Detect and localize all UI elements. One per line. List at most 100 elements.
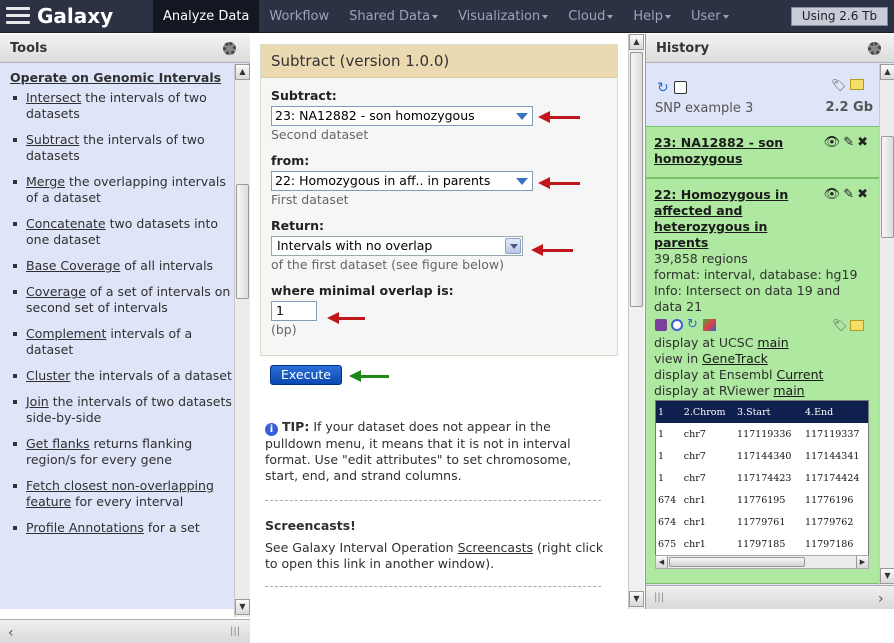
peek-cell: 117119337	[805, 428, 860, 440]
nav-tab-cloud[interactable]: Cloud	[558, 0, 623, 33]
tool-item: Intersect the intervals of two datasets	[10, 90, 234, 122]
tool-link[interactable]: Subtract	[26, 132, 79, 147]
rviewer-main-link[interactable]: main	[773, 383, 804, 398]
brand-title[interactable]: Galaxy	[37, 4, 113, 28]
dataset-icon-row: ↻ 🏷	[654, 317, 871, 335]
scroll-thumb[interactable]	[669, 557, 805, 567]
peek-cell: chr1	[683, 516, 706, 528]
tool-link[interactable]: Get flanks	[26, 436, 89, 451]
peek-cell: 11779761	[737, 516, 786, 528]
tool-link[interactable]: Cluster	[26, 368, 70, 383]
tool-link[interactable]: Complement	[26, 326, 106, 341]
collapse-left-icon[interactable]: ‹	[8, 625, 14, 641]
scroll-up-icon[interactable]: ▲	[235, 64, 250, 80]
subtract-select-value: 23: NA12882 - son homozygous	[275, 108, 475, 123]
peek-column-header: 4.End	[803, 401, 868, 423]
galaxy-logo-icon[interactable]	[6, 7, 30, 25]
tool-link[interactable]: Intersect	[26, 90, 81, 105]
history-dataset-23[interactable]: 23: NA12882 - son homozygous 👁✎✖	[646, 126, 879, 178]
table-row: 674chr11177976111779762T	[656, 511, 868, 533]
collapse-icon[interactable]	[674, 81, 687, 94]
delete-icon[interactable]: ✖	[857, 187, 871, 202]
return-help: of the first dataset (see figure below)	[271, 257, 504, 272]
nav-tab-shared-data[interactable]: Shared Data	[339, 0, 448, 33]
tool-link[interactable]: Base Coverage	[26, 258, 120, 273]
scroll-down-icon[interactable]: ▼	[880, 568, 894, 584]
tag-icon[interactable]: 🏷	[831, 78, 846, 92]
history-size: 2.2 Gb	[825, 100, 873, 115]
info-icon: i	[265, 423, 278, 436]
info-icon[interactable]	[671, 319, 683, 331]
center-scrollbar[interactable]: ▲ ▼	[628, 34, 644, 609]
nav-tab-help[interactable]: Help	[623, 0, 681, 33]
nav-tab-visualization[interactable]: Visualization	[448, 0, 558, 33]
from-select[interactable]: 22: Homozygous in aff.. in parents	[271, 171, 533, 191]
pencil-icon[interactable]: ✎	[843, 187, 857, 202]
gear-icon[interactable]	[223, 42, 236, 55]
genetrack-link[interactable]: GeneTrack	[702, 351, 768, 366]
tool-link[interactable]: Concatenate	[26, 216, 106, 231]
peek-scrollbar[interactable]: ◀ ▶	[655, 555, 869, 569]
pencil-icon[interactable]: ✎	[843, 135, 857, 150]
center-panel: Subtract (version 1.0.0) Subtract: 23: N…	[251, 34, 628, 609]
peek-cell: 11776195	[737, 494, 786, 506]
ucsc-main-link[interactable]: main	[757, 335, 788, 350]
resize-grip-icon[interactable]: |||	[654, 592, 664, 603]
table-row: 1chr7117144340117144341T	[656, 445, 868, 467]
history-scrollbar[interactable]: ▲ ▼	[879, 64, 894, 585]
nav-tab-label: Help	[633, 9, 663, 24]
visualize-icon[interactable]	[703, 319, 716, 331]
nav-tab-workflow[interactable]: Workflow	[259, 0, 339, 33]
delete-icon[interactable]: ✖	[857, 135, 871, 150]
nav-tab-user[interactable]: User	[681, 0, 739, 33]
peek-cell: 674	[658, 516, 677, 528]
scroll-down-icon[interactable]: ▼	[235, 599, 250, 615]
tag-icon[interactable]: 🏷	[832, 317, 847, 333]
scroll-up-icon[interactable]: ▲	[629, 34, 644, 50]
annotation-icon[interactable]	[850, 79, 864, 90]
overlap-input[interactable]: 1	[271, 301, 317, 321]
screencasts-link[interactable]: Screencasts	[458, 540, 533, 555]
refresh-icon[interactable]: ↻	[657, 80, 669, 96]
dataset-title[interactable]: 23: NA12882 - son homozygous	[654, 135, 824, 167]
subtract-select[interactable]: 23: NA12882 - son homozygous	[271, 106, 533, 126]
eye-icon[interactable]: 👁	[824, 187, 844, 202]
ensembl-current-link[interactable]: Current	[776, 367, 823, 382]
scroll-down-icon[interactable]: ▼	[629, 591, 644, 607]
scroll-thumb[interactable]	[881, 136, 894, 238]
screencasts-text: See Galaxy Interval Operation Screencast…	[265, 540, 610, 572]
tool-item: Complement intervals of a dataset	[10, 326, 234, 358]
return-select[interactable]: Intervals with no overlap	[271, 236, 523, 256]
view-genetrack: view in GeneTrack	[654, 351, 871, 367]
nav-tab-analyze-data[interactable]: Analyze Data	[153, 0, 260, 33]
annotation-icon[interactable]	[850, 320, 864, 331]
tool-link[interactable]: Join	[26, 394, 49, 409]
peek-cell: 11779762	[805, 516, 854, 528]
tool-link[interactable]: Coverage	[26, 284, 86, 299]
scroll-left-icon[interactable]: ◀	[656, 556, 668, 568]
quota-meter: Using 2.6 Tb	[791, 7, 888, 26]
dataset-title[interactable]: 22: Homozygous in affected and heterozyg…	[654, 187, 824, 251]
rerun-icon[interactable]: ↻	[687, 317, 698, 333]
tool-link[interactable]: Profile Annotations	[26, 520, 144, 535]
scroll-up-icon[interactable]: ▲	[880, 64, 894, 80]
eye-icon[interactable]: 👁	[824, 135, 844, 150]
peek-cell: chr1	[683, 494, 706, 506]
scroll-right-icon[interactable]: ▶	[856, 556, 868, 568]
chevron-down-icon	[505, 238, 521, 254]
scroll-thumb[interactable]	[630, 52, 643, 307]
execute-button[interactable]: Execute	[270, 365, 342, 385]
tool-section-title[interactable]: Operate on Genomic Intervals	[10, 70, 234, 86]
peek-cell: 11776196	[805, 494, 854, 506]
history-name[interactable]: SNP example 3	[655, 101, 753, 116]
resize-grip-icon[interactable]: |||	[230, 626, 240, 637]
table-row: 1chr7117174423117174424A	[656, 467, 868, 489]
gear-icon[interactable]	[868, 42, 881, 55]
collapse-right-icon[interactable]: ›	[878, 591, 884, 607]
save-icon[interactable]	[655, 319, 667, 331]
overlap-help: (bp)	[271, 322, 297, 337]
scroll-thumb[interactable]	[236, 184, 249, 299]
tool-link[interactable]: Merge	[26, 174, 65, 189]
peek-cell: 117144341	[805, 450, 860, 462]
tools-scrollbar[interactable]: ▲ ▼	[234, 64, 250, 617]
